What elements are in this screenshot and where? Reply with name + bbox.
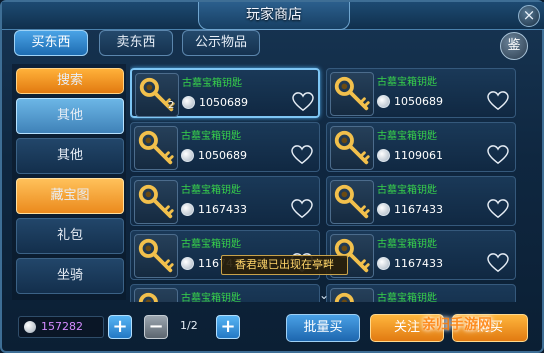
item-name: 古墓宝箱钥匙 — [181, 185, 241, 196]
close-button[interactable]: × — [518, 5, 540, 27]
sidebar-item-mount[interactable]: 坐骑 — [16, 258, 124, 294]
favorite-heart-icon[interactable] — [487, 91, 509, 111]
shop-item-card[interactable]: 古墓宝箱钥匙 1050689 — [326, 68, 516, 118]
silver-coin-icon — [182, 96, 195, 109]
silver-coin-icon — [181, 149, 194, 162]
golden-key-icon[interactable] — [134, 126, 178, 170]
shop-item-card[interactable]: 古墓宝箱钥匙 1167433 — [326, 176, 516, 226]
shop-item-card[interactable]: 2 古墓宝箱钥匙 1050689 — [130, 68, 320, 118]
balance-value: 157282 — [41, 320, 83, 333]
shop-item-card[interactable]: 古墓宝箱钥匙 1167433 — [326, 230, 516, 280]
item-name: 古墓宝箱钥匙 — [377, 293, 437, 302]
item-price: 1050689 — [198, 149, 247, 162]
site-watermark: 亲归手游网 — [422, 317, 492, 333]
item-stack-count: 2 — [168, 100, 175, 111]
silver-coin-icon — [377, 203, 390, 216]
tab-public-items[interactable]: 公示物品 — [182, 30, 260, 56]
silver-coin-icon — [377, 257, 390, 270]
silver-coin-icon — [377, 95, 390, 108]
system-notification: 香君魂已出现在亭畔 — [221, 255, 348, 275]
silver-coin-icon — [377, 149, 390, 162]
category-sidebar: 搜索 其他 其他 藏宝图 礼包 坐骑 — [12, 64, 126, 300]
item-price: 1050689 — [199, 96, 248, 109]
favorite-heart-icon[interactable] — [291, 145, 313, 165]
favorite-heart-icon[interactable] — [292, 92, 314, 112]
add-currency-button[interactable]: + — [108, 315, 132, 339]
item-price: 1167433 — [198, 203, 247, 216]
golden-key-icon[interactable] — [330, 180, 374, 224]
sidebar-item-other-selected[interactable]: 其他 — [16, 98, 124, 134]
item-name: 古墓宝箱钥匙 — [181, 293, 241, 302]
shop-item-card[interactable]: 古墓宝箱钥匙 — [130, 284, 320, 302]
silver-coin-icon — [181, 203, 194, 216]
balance-display: 157282 — [18, 316, 104, 338]
appraise-button[interactable]: 鉴 — [500, 32, 528, 60]
shop-item-card[interactable]: 古墓宝箱钥匙 1109061 — [326, 122, 516, 172]
window-title: 玩家商店 — [198, 2, 350, 30]
item-price: 1109061 — [394, 149, 443, 162]
tab-sell[interactable]: 卖东西 — [99, 30, 173, 56]
item-name: 古墓宝箱钥匙 — [377, 239, 437, 250]
scroll-down-icon[interactable]: ⌄ — [319, 288, 329, 302]
sidebar-item-other[interactable]: 其他 — [16, 138, 124, 174]
item-name: 古墓宝箱钥匙 — [377, 77, 437, 88]
favorite-heart-icon[interactable] — [487, 253, 509, 273]
golden-key-icon[interactable] — [330, 72, 374, 116]
item-price: 1167433 — [394, 203, 443, 216]
item-name: 古墓宝箱钥匙 — [181, 239, 241, 250]
shop-item-card[interactable]: 古墓宝箱钥匙 — [326, 284, 516, 302]
search-button[interactable]: 搜索 — [16, 68, 124, 94]
batch-buy-button[interactable]: 批量买 — [286, 314, 360, 342]
shop-item-card[interactable]: 古墓宝箱钥匙 1050689 — [130, 122, 320, 172]
title-bar: 玩家商店 × — [2, 2, 544, 30]
favorite-heart-icon[interactable] — [487, 199, 509, 219]
sidebar-item-treasure-map[interactable]: 藏宝图 — [16, 178, 124, 214]
tab-buy[interactable]: 买东西 — [14, 30, 88, 56]
next-page-button[interactable]: + — [216, 315, 240, 339]
shop-item-card[interactable]: 古墓宝箱钥匙 1167433 — [130, 176, 320, 226]
prev-page-button[interactable]: − — [144, 315, 168, 339]
item-name: 古墓宝箱钥匙 — [182, 78, 242, 89]
player-shop-window: 玩家商店 × 买东西 卖东西 公示物品 鉴 搜索 其他 其他 藏宝图 礼包 坐骑… — [0, 0, 544, 353]
silver-coin-icon — [24, 321, 36, 333]
item-name: 古墓宝箱钥匙 — [181, 131, 241, 142]
sidebar-item-gift-pack[interactable]: 礼包 — [16, 218, 124, 254]
golden-key-icon[interactable] — [134, 288, 178, 302]
item-name: 古墓宝箱钥匙 — [377, 131, 437, 142]
golden-key-icon[interactable] — [134, 180, 178, 224]
favorite-heart-icon[interactable] — [487, 145, 509, 165]
golden-key-icon[interactable] — [134, 234, 178, 278]
item-price: 1167433 — [394, 257, 443, 270]
item-price: 1050689 — [394, 95, 443, 108]
silver-coin-icon — [181, 257, 194, 270]
item-name: 古墓宝箱钥匙 — [377, 185, 437, 196]
golden-key-icon[interactable] — [330, 126, 374, 170]
golden-key-icon[interactable] — [330, 288, 374, 302]
favorite-heart-icon[interactable] — [291, 199, 313, 219]
page-indicator: 1/2 — [180, 319, 198, 332]
